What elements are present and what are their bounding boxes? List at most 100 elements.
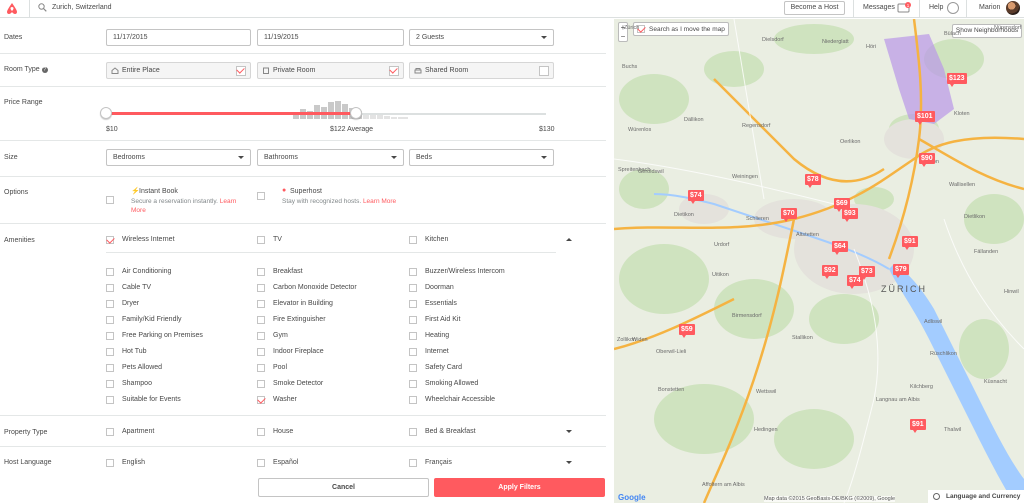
amenity-checkbox[interactable] (257, 284, 265, 292)
amenity-checkbox[interactable] (409, 268, 417, 276)
checkout-input[interactable]: 11/19/2015 (257, 29, 404, 46)
entire-place-checkbox[interactable] (236, 66, 246, 76)
learn-more-link[interactable]: More (131, 207, 146, 214)
help-icon[interactable] (947, 2, 959, 14)
amenity-checkbox[interactable] (106, 268, 114, 276)
price-pin[interactable]: $101 (915, 111, 935, 125)
amenity-checkbox[interactable] (409, 300, 417, 308)
search-location-input[interactable]: Zurich, Switzerland (52, 4, 112, 11)
guests-select[interactable]: 2 Guests (409, 29, 554, 46)
learn-more-link[interactable]: Learn (220, 198, 237, 205)
price-pin[interactable]: $74 (847, 275, 863, 289)
amenity-checkbox[interactable] (257, 268, 265, 276)
bathrooms-select[interactable]: Bathrooms (257, 149, 404, 166)
map[interactable]: + − Search as I move the map Show Neighb… (614, 19, 1024, 503)
price-pin[interactable]: $64 (832, 241, 848, 255)
bed-breakfast-checkbox[interactable] (409, 428, 417, 436)
learn-more-link[interactable]: Learn More (363, 198, 396, 205)
bedrooms-select[interactable]: Bedrooms (106, 149, 251, 166)
amenity-label: Suitable for Events (122, 396, 181, 403)
amenity-checkbox[interactable] (106, 284, 114, 292)
map-place-label: Widen (632, 337, 648, 343)
amenity-checkbox[interactable] (106, 396, 114, 404)
room-type-shared-room[interactable]: Shared Room (409, 62, 554, 79)
amenity-checkbox[interactable] (409, 396, 417, 404)
google-logo: Google (618, 493, 646, 502)
airbnb-logo-icon[interactable] (5, 2, 19, 15)
amenity-checkbox[interactable] (106, 300, 114, 308)
amenity-checkbox[interactable] (106, 348, 114, 356)
price-pin[interactable]: $90 (919, 153, 935, 167)
price-pin[interactable]: $70 (781, 208, 797, 222)
map-place-label: Weiningen (732, 174, 758, 180)
amenity-checkbox[interactable] (409, 348, 417, 356)
amenity-checkbox[interactable] (257, 364, 265, 372)
language-currency-button[interactable]: Language and Currency (928, 490, 1024, 503)
amenity-checkbox[interactable] (257, 316, 265, 324)
amenity-checkbox[interactable] (409, 364, 417, 372)
apartment-checkbox[interactable] (106, 428, 114, 436)
amenity-checkbox[interactable] (409, 380, 417, 388)
beds-select[interactable]: Beds (409, 149, 554, 166)
amenity-checkbox[interactable] (409, 284, 417, 292)
amenity-checkbox[interactable] (257, 380, 265, 388)
amenity-checkbox[interactable] (257, 300, 265, 308)
expand-language-icon[interactable] (566, 461, 572, 464)
search-as-move-toggle[interactable]: Search as I move the map (633, 22, 729, 36)
tv-checkbox[interactable] (257, 236, 265, 244)
price-pin[interactable]: $123 (947, 73, 967, 87)
cancel-button[interactable]: Cancel (258, 478, 429, 497)
amenity-checkbox[interactable] (409, 332, 417, 340)
info-icon[interactable]: ? (41, 67, 48, 73)
price-pin[interactable]: $79 (893, 264, 909, 278)
room-type-entire-place[interactable]: Entire Place (106, 62, 251, 79)
amenity-checkbox[interactable] (257, 332, 265, 340)
amenity-label: Essentials (425, 300, 457, 307)
avatar[interactable] (1006, 1, 1020, 15)
message-icon[interactable]: 1 (897, 2, 911, 13)
price-pin[interactable]: $74 (688, 190, 704, 204)
price-max-handle[interactable] (350, 107, 362, 119)
amenity-checkbox[interactable] (106, 316, 114, 324)
help-link[interactable]: Help (929, 4, 943, 11)
amenity-checkbox[interactable] (257, 348, 265, 356)
francais-checkbox[interactable] (409, 459, 417, 467)
amenity-label: Dryer (122, 300, 140, 307)
checkin-input[interactable]: 11/17/2015 (106, 29, 251, 46)
price-pin[interactable]: $92 (822, 265, 838, 279)
become-host-button[interactable]: Become a Host (784, 1, 845, 15)
amenity-checkbox[interactable] (106, 380, 114, 388)
amenity-label: Smoke Detector (273, 380, 324, 387)
apply-filters-button[interactable]: Apply Filters (434, 478, 605, 497)
divider (0, 86, 606, 87)
price-pin[interactable]: $59 (679, 324, 695, 338)
divider (919, 0, 920, 18)
shared-room-checkbox[interactable] (539, 66, 549, 76)
wireless-internet-checkbox[interactable] (106, 236, 114, 244)
instant-book-checkbox[interactable] (106, 196, 114, 204)
expand-property-type-icon[interactable] (566, 430, 572, 433)
price-pin[interactable]: $93 (842, 208, 858, 222)
price-pin[interactable]: $78 (805, 174, 821, 188)
kitchen-checkbox[interactable] (409, 236, 417, 244)
messages-link[interactable]: Messages (863, 4, 895, 11)
private-room-checkbox[interactable] (389, 66, 399, 76)
zoom-out-button[interactable]: − (619, 32, 627, 41)
room-type-private-room[interactable]: Private Room (257, 62, 404, 79)
amenity-checkbox[interactable] (257, 396, 265, 404)
english-checkbox[interactable] (106, 459, 114, 467)
user-menu[interactable]: Marion (979, 4, 1000, 11)
superhost-checkbox[interactable] (257, 192, 265, 200)
price-pin[interactable]: $91 (910, 419, 926, 433)
amenity-label: Buzzer/Wireless Intercom (425, 268, 505, 275)
house-checkbox[interactable] (257, 428, 265, 436)
collapse-amenities-icon[interactable] (566, 238, 572, 241)
espanol-checkbox[interactable] (257, 459, 265, 467)
price-pin[interactable]: $91 (902, 236, 918, 250)
amenity-checkbox[interactable] (106, 364, 114, 372)
amenity-checkbox[interactable] (106, 332, 114, 340)
price-min-handle[interactable] (100, 107, 112, 119)
amenity-checkbox[interactable] (409, 316, 417, 324)
amenities-label: Amenities (4, 237, 35, 244)
map-place-label: Buchs (622, 64, 638, 70)
